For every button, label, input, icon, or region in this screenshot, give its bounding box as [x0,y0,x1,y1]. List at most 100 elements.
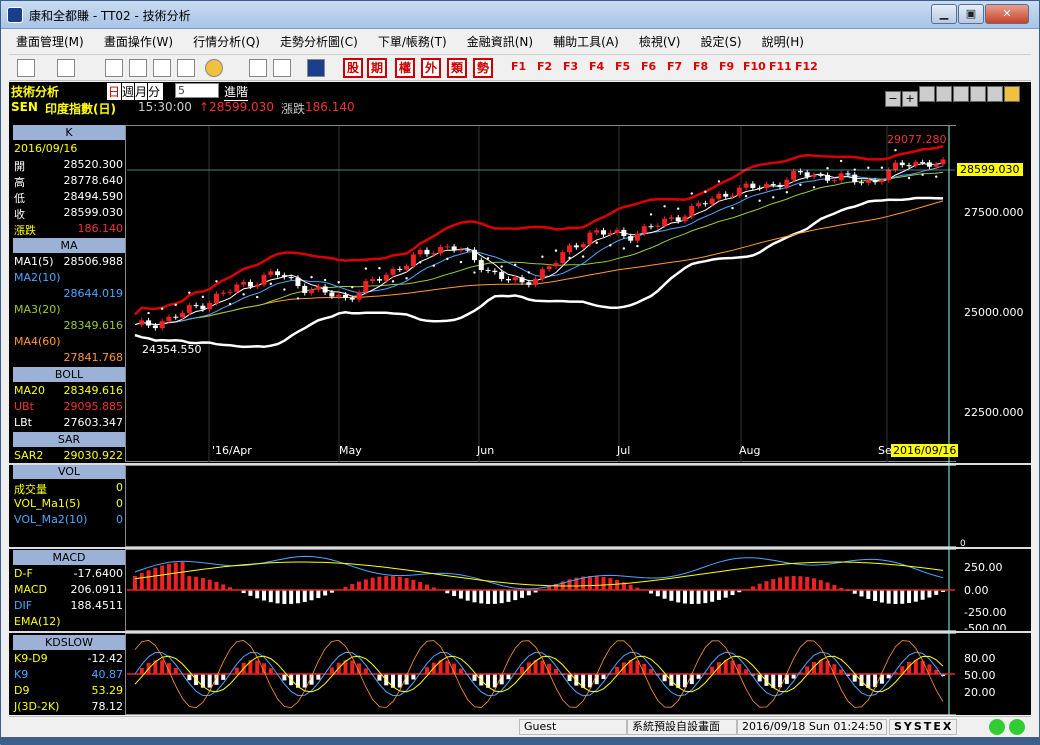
technical-chart[interactable] [9,82,1031,715]
close-button[interactable]: ✕ [985,4,1029,24]
warrant-button[interactable]: 權 [395,58,415,78]
macd-bar [269,590,273,602]
kd-bar [316,674,320,680]
candle [798,171,803,172]
kd-axis-label: 50.00 [964,669,996,682]
f11-key[interactable]: F11 [769,60,792,73]
print-icon[interactable] [57,59,75,77]
maximize-button[interactable]: ▣ [958,4,984,24]
f4-key[interactable]: F4 [589,60,604,73]
menu-screen-ops[interactable]: 畫面操作(W) [97,30,181,50]
status-bar: Guest 系統預設自設畫面 2016/09/18 Sun 01:24:50 S… [9,716,1031,736]
sar-dot [582,255,584,257]
menu-help[interactable]: 說明(H) [755,30,812,50]
macd-bar [208,580,212,590]
menu-orders[interactable]: 下單/帳務(T) [371,30,455,50]
layout-icon[interactable] [17,59,35,77]
menu-finance-info[interactable]: 金融資訊(N) [460,30,541,50]
kd-bar [160,660,164,674]
f1-key[interactable]: F1 [511,60,526,73]
candle [655,226,660,227]
f8-key[interactable]: F8 [693,60,708,73]
window-title: 康和全都賺 - TT02 - 技術分析 [29,7,191,24]
sar-dot [175,304,177,306]
current-price-tag: 28599.030 [957,163,1023,176]
macd-bar [289,590,293,604]
coin-icon[interactable] [205,59,223,77]
candle [825,175,830,181]
macd-bar [520,590,524,598]
category-button[interactable]: 類 [447,58,467,78]
sar-dot [487,257,489,259]
macd-bar [472,590,476,602]
candle [927,162,932,166]
candle [166,317,171,321]
macd-bar [167,564,171,590]
zoom-icon[interactable] [105,59,123,77]
candle [567,245,572,252]
macd-bar [527,590,531,595]
macd-bar [140,573,144,590]
f10-key[interactable]: F10 [743,60,766,73]
candle [302,286,307,293]
split-icon[interactable] [177,59,195,77]
macd-bar [805,577,809,590]
macd-bar [880,590,884,603]
futures-button[interactable]: 期 [367,58,387,78]
stock-button[interactable]: 股 [343,58,363,78]
window-icon[interactable] [273,59,291,77]
candle [716,194,721,199]
macd-bar [690,590,694,604]
candle [499,272,504,279]
macd-bar [663,590,667,599]
macd-bar [907,590,911,603]
kd-bar [411,674,415,679]
f3-key[interactable]: F3 [563,60,578,73]
link-icon[interactable] [249,59,267,77]
candle [187,305,192,313]
menu-settings[interactable]: 設定(S) [694,30,750,50]
candle [642,226,647,233]
macd-bar [669,590,673,601]
candle [791,171,796,180]
minimize-button[interactable]: ▁ [931,4,957,24]
status-datetime: 2016/09/18 Sun 01:24:50 [737,719,887,735]
logo-icon[interactable] [307,59,325,77]
f12-key[interactable]: F12 [795,60,818,73]
sar-dot [242,293,244,295]
macd-bar [778,578,782,590]
candle [377,279,382,281]
menu-trend-charts[interactable]: 走勢分析圖(C) [273,30,366,50]
menu-tools[interactable]: 輔助工具(A) [546,30,627,50]
foreign-button[interactable]: 外 [421,58,441,78]
close-chart-icon[interactable] [129,59,147,77]
menu-quotes[interactable]: 行情分析(Q) [186,30,268,50]
macd-bar [486,590,490,604]
kd-bar [690,674,694,684]
menu-view[interactable]: 檢視(V) [632,30,689,50]
macd-bar [466,590,470,601]
price-axis-label: 22500.000 [964,406,1024,419]
f9-key[interactable]: F9 [719,60,734,73]
trend-button[interactable]: 勢 [473,58,493,78]
sar-dot [310,276,312,278]
grid-icon[interactable] [153,59,171,77]
candle [866,180,871,183]
candle [411,254,416,265]
candle [730,196,735,197]
menu-screen-mgmt[interactable]: 畫面管理(M) [9,30,92,50]
kd-bar [493,674,497,687]
f6-key[interactable]: F6 [641,60,656,73]
f2-key[interactable]: F2 [537,60,552,73]
sar-dot [650,213,652,215]
sar-dot [256,296,258,298]
kd-bar [330,667,334,674]
f7-key[interactable]: F7 [667,60,682,73]
candle [621,230,626,236]
month-label: Aug [739,444,760,457]
macd-bar [703,590,707,603]
date-cursor-label: 2016/09/16 [891,444,958,457]
sar-dot [813,186,815,188]
candle [350,298,355,300]
f5-key[interactable]: F5 [615,60,630,73]
